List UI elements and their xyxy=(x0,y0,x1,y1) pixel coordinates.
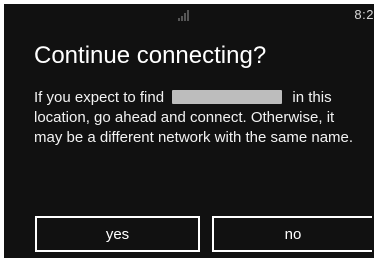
wifi-dialog-screen: 8:2 Continue connecting? If you expect t… xyxy=(4,4,374,258)
status-bar: 8:2 xyxy=(4,4,374,26)
yes-button[interactable]: yes xyxy=(35,216,200,252)
status-time: 8:2 xyxy=(354,7,374,22)
signal-bars-icon xyxy=(178,10,189,21)
dialog-title: Continue connecting? xyxy=(34,42,267,69)
message-prefix: If you expect to find xyxy=(34,89,165,106)
no-button[interactable]: no xyxy=(212,216,372,252)
redacted-network-name xyxy=(172,90,283,104)
dialog-message: If you expect to find in this location, … xyxy=(34,88,364,148)
